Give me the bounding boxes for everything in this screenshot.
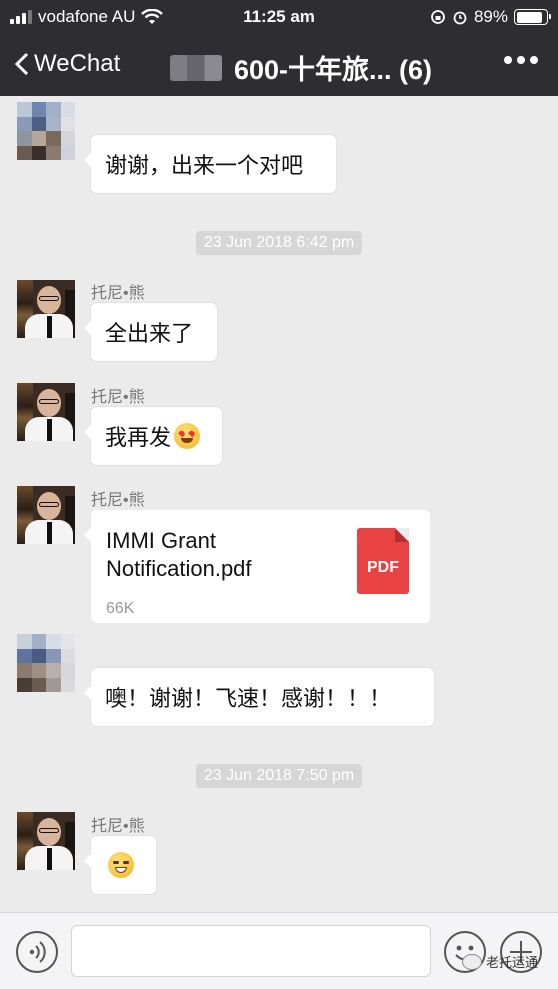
chat-title: 600-十年旅... (6) [170,48,432,87]
heart-eyes-emoji-icon [174,423,201,449]
sender-name: 托尼•熊 [91,818,145,835]
sender-name: 托尼•熊 [91,285,145,302]
battery-fill [516,11,543,23]
timestamp: 23 Jun 2018 7:50 pm [195,764,363,788]
alarm-icon [453,11,467,25]
message-bubble[interactable]: 我再发 [84,407,222,465]
back-label: WeChat [34,50,121,77]
chevron-left-icon [14,52,29,76]
avatar[interactable] [17,383,75,441]
wechat-logo-icon [462,953,482,970]
chat-title-text: 600-十年旅... (6) [234,55,433,85]
status-right: 89% [430,7,551,27]
more-button[interactable] [504,56,538,64]
message-text: 我再发 [105,425,172,450]
message-bubble[interactable]: 谢谢，出来一个对吧 [84,135,336,193]
message-text: 噢！谢谢！飞速！感谢！！！ [105,686,392,711]
message-bubble[interactable]: 噢！谢谢！飞速！感谢！！！ [84,668,434,726]
nav-bar: WeChat 600-十年旅... (6) [0,34,558,96]
file-size: 66K [106,600,135,617]
pdf-icon: PDF [357,528,409,594]
status-bar: vodafone AU 11:25 am 89% [0,0,558,34]
file-type-label: PDF [367,559,399,576]
sender-name: 托尼•熊 [91,389,145,406]
watermark: 老托运通 [462,952,538,971]
top-bar: vodafone AU 11:25 am 89% WeChat 600-十年旅.… [0,0,558,96]
more-icon [504,56,512,64]
watermark-text: 老托运通 [486,955,539,970]
avatar[interactable] [17,102,75,160]
avatar[interactable] [17,486,75,544]
voice-button[interactable] [16,931,58,973]
battery-percent: 89% [473,7,508,26]
file-attachment[interactable]: IMMI Grant Notification.pdf 66K PDF [84,510,430,623]
avatar[interactable] [17,634,75,692]
message-text: 全出来了 [105,321,194,346]
message-bubble[interactable] [84,836,156,894]
chat-area[interactable]: 谢谢，出来一个对吧 23 Jun 2018 6:42 pm 托尼•熊 全出来了 … [0,96,558,912]
grin-emoji-icon [108,852,134,878]
rotation-lock-icon [431,10,445,24]
back-button[interactable]: WeChat [14,50,120,78]
file-name: IMMI Grant Notification.pdf [106,528,252,581]
avatar[interactable] [17,812,75,870]
battery-icon [514,9,551,25]
sender-name: 托尼•熊 [91,492,145,509]
avatar[interactable] [17,280,75,338]
title-blur [170,54,222,81]
message-text: 谢谢，出来一个对吧 [105,153,304,178]
input-bar [0,912,558,989]
voice-icon [29,941,46,963]
timestamp: 23 Jun 2018 6:42 pm [195,231,363,255]
message-bubble[interactable]: 全出来了 [84,303,217,361]
message-input[interactable] [71,925,431,977]
